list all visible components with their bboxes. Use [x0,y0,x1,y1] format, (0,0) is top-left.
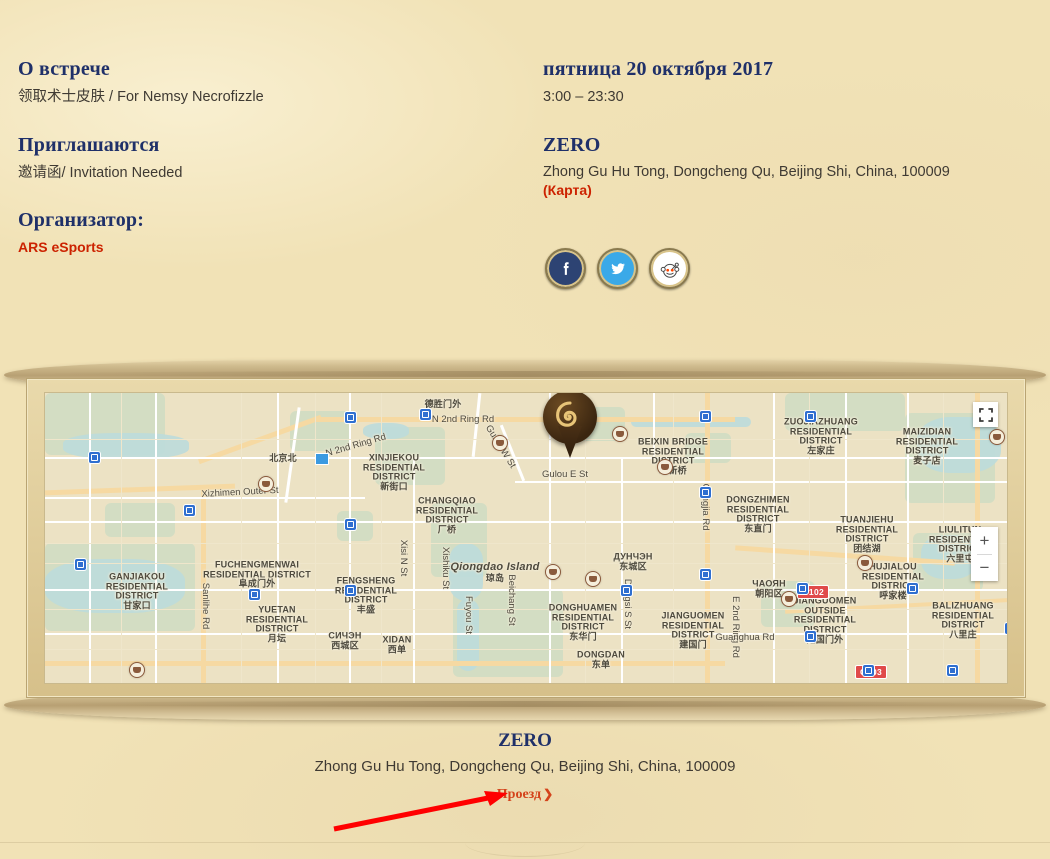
metro-station-icon[interactable] [805,631,816,642]
map-footer-venue-address: Zhong Gu Hu Tong, Dongcheng Qu, Beijing … [314,758,736,775]
rail-station-icon[interactable] [315,453,329,465]
metro-station-icon[interactable] [249,589,260,600]
metro-station-icon[interactable] [184,505,195,516]
hearthstone-swirl-icon [556,401,577,427]
map-fullscreen-button[interactable] [973,402,998,427]
metro-station-icon[interactable] [700,569,711,580]
poi-icon[interactable] [492,435,508,451]
social-share-buttons [545,248,690,289]
map-district-label: JIANGUOMEN RESIDENTIAL DISTRICT 建国门 [661,610,725,650]
metro-station-icon[interactable] [89,452,100,463]
poi-icon[interactable] [585,571,601,587]
metro-station-icon[interactable] [947,665,958,676]
map-district-label: DONGZHIMEN RESIDENTIAL DISTRICT 东直门 [726,494,790,534]
about-heading: О встрече [18,58,111,80]
poi-icon[interactable] [129,662,145,678]
poi-icon[interactable] [857,555,873,571]
map-zoom-in-button[interactable]: + [971,527,998,554]
event-info-section: О встрече 领取术士皮肤 / For Nemsy Necrofizzle… [0,0,1050,350]
map-footer: ZERO Zhong Gu Hu Tong, Dongcheng Qu, Bei… [0,730,1050,803]
map-footer-venue-name: ZERO [498,730,552,751]
venue-address: Zhong Gu Hu Tong, Dongcheng Qu, Beijing … [543,163,950,180]
poi-icon[interactable] [781,591,797,607]
poi-icon[interactable] [612,426,628,442]
poi-icon[interactable] [657,459,673,475]
poi-icon[interactable] [258,476,274,492]
invited-heading: Приглашаются [18,133,160,156]
section-divider [0,842,1050,859]
metro-station-icon[interactable] [907,583,918,594]
event-date-heading: пятница 20 октября 2017 [543,58,774,80]
metro-station-icon[interactable] [75,559,86,570]
map-street-label: Xisi N St [398,539,410,577]
organizer-link[interactable]: ARS eSports [18,239,104,255]
event-info-right-column: пятница 20 октября 2017 3:00 – 23:30 ZER… [543,58,1033,200]
venue-map-marker[interactable] [543,393,597,460]
map-district-label: FUCHENGMENWAI RESIDENTIAL DISTRICT 阜成门外 [203,559,311,589]
map-viewport[interactable]: ZUOJIAZHUANG RESIDENTIAL DISTRICT 左家庄 MAIZID… [44,392,1008,684]
metro-station-icon[interactable] [797,583,808,594]
facebook-icon [556,259,576,279]
metro-station-icon[interactable] [621,585,632,596]
share-facebook-button[interactable] [545,248,586,289]
zoom-separator [977,554,992,555]
metro-station-icon[interactable] [420,409,431,420]
event-time-text: 3:00 – 23:30 [543,89,624,105]
venue-heading: ZERO [543,133,601,156]
metro-station-icon[interactable] [805,411,816,422]
event-info-left-column: О встрече 领取术士皮肤 / For Nemsy Necrofizzle… [18,58,518,257]
divider-notch [465,842,585,857]
map-canvas[interactable]: ZUOJIAZHUANG RESIDENTIAL DISTRICT 左家庄 MAIZID… [45,393,1007,683]
invited-text: 邀请函/ Invitation Needed [18,164,183,181]
share-reddit-button[interactable] [649,248,690,289]
map-zoom-out-button[interactable]: − [971,554,998,581]
metro-station-icon[interactable] [345,412,356,423]
reddit-icon [659,258,681,280]
poi-icon[interactable] [545,564,561,580]
map-place-label: XIDAN 西单 [382,634,412,654]
metro-station-icon[interactable] [345,585,356,596]
venue-map-link[interactable]: (Карта) [543,182,592,198]
about-text: 领取术士皮肤 / For Nemsy Necrofizzle [18,89,264,105]
fullscreen-icon [978,407,993,422]
directions-label: Проезд [496,787,542,802]
organizer-heading: Организатор: [18,209,145,232]
twitter-icon [608,259,628,279]
metro-station-icon[interactable] [1005,623,1007,634]
map-frame: ZUOJIAZHUANG RESIDENTIAL DISTRICT 左家庄 MAIZID… [4,360,1046,720]
poi-icon[interactable] [989,429,1005,445]
metro-station-icon[interactable] [700,487,711,498]
metro-station-icon[interactable] [700,411,711,422]
directions-link[interactable]: Проезд ❯ [497,787,553,803]
map-place-label: ДУНЧЭН 东城区 [613,551,653,571]
chevron-right-icon: ❯ [543,787,554,801]
metro-station-icon[interactable] [863,665,874,676]
share-twitter-button[interactable] [597,248,638,289]
metro-station-icon[interactable] [345,519,356,530]
map-zoom-controls[interactable]: + − [971,527,998,581]
